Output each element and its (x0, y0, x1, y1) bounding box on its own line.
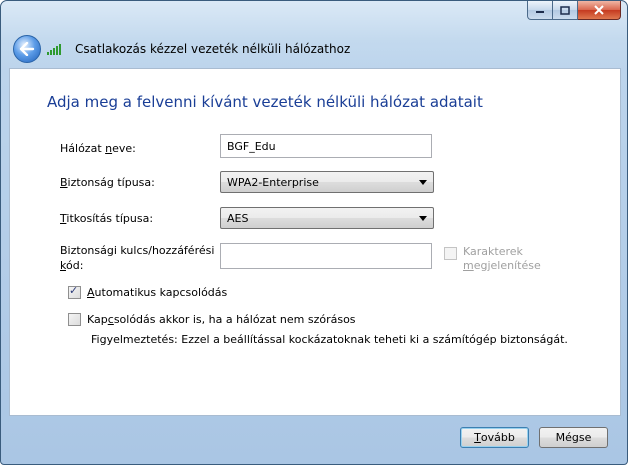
network-name-label: Hálózat neve: (60, 142, 136, 155)
security-warning-text: Figyelmeztetés: Ezzel a beállítással koc… (91, 333, 568, 346)
back-arrow-icon (19, 42, 35, 56)
security-key-field[interactable] (220, 243, 432, 269)
caption-buttons (527, 1, 621, 20)
encryption-type-label: Titkosítás típusa: (60, 212, 154, 225)
connect-not-broadcast-label: Kapcsolódás akkor is, ha a hálózat nem s… (87, 313, 356, 326)
header-bar: Csatlakozás kézzel vezeték nélküli hálóz… (9, 31, 619, 67)
title-bar (1, 1, 627, 31)
auto-connect-option[interactable]: Automatikus kapcsolódás (68, 284, 228, 299)
chevron-down-icon (419, 180, 427, 185)
next-button[interactable]: Tovább (460, 427, 529, 448)
maximize-icon (560, 5, 570, 15)
security-type-label: Biztonság típusa: (60, 176, 155, 189)
close-icon (594, 5, 604, 15)
maximize-button[interactable] (553, 1, 578, 20)
encryption-type-select[interactable]: AES (220, 207, 434, 229)
network-name-field[interactable]: BGF_Edu (220, 134, 432, 158)
close-button[interactable] (578, 1, 621, 20)
security-key-label: Biztonsági kulcs/hozzáférési kód: (60, 244, 215, 272)
security-type-select[interactable]: WPA2-Enterprise (220, 171, 434, 193)
cancel-button[interactable]: Mégse (539, 427, 608, 448)
page-heading: Adja meg a felvenni kívánt vezeték nélkü… (47, 93, 483, 111)
dialog-window: Csatlakozás kézzel vezeték nélküli hálóz… (0, 0, 628, 465)
show-characters-label: Karakterek megjelenítése (463, 245, 541, 272)
connect-not-broadcast-checkbox[interactable] (68, 313, 81, 326)
window-title: Csatlakozás kézzel vezeték nélküli hálóz… (75, 42, 351, 56)
minimize-button[interactable] (527, 1, 553, 20)
show-characters-checkbox[interactable] (444, 247, 457, 260)
back-button[interactable] (13, 35, 41, 63)
button-bar: Tovább Mégse (1, 415, 627, 464)
minimize-icon (536, 11, 544, 13)
show-characters-option[interactable]: Karakterek megjelenítése (444, 245, 541, 273)
auto-connect-checkbox[interactable] (68, 284, 81, 299)
connect-not-broadcast-option[interactable]: Kapcsolódás akkor is, ha a hálózat nem s… (68, 313, 356, 326)
wireless-signal-icon (47, 43, 61, 55)
content-area: Adja meg a felvenni kívánt vezeték nélkü… (9, 68, 621, 416)
chevron-down-icon (419, 216, 427, 221)
auto-connect-label: Automatikus kapcsolódás (87, 286, 228, 299)
